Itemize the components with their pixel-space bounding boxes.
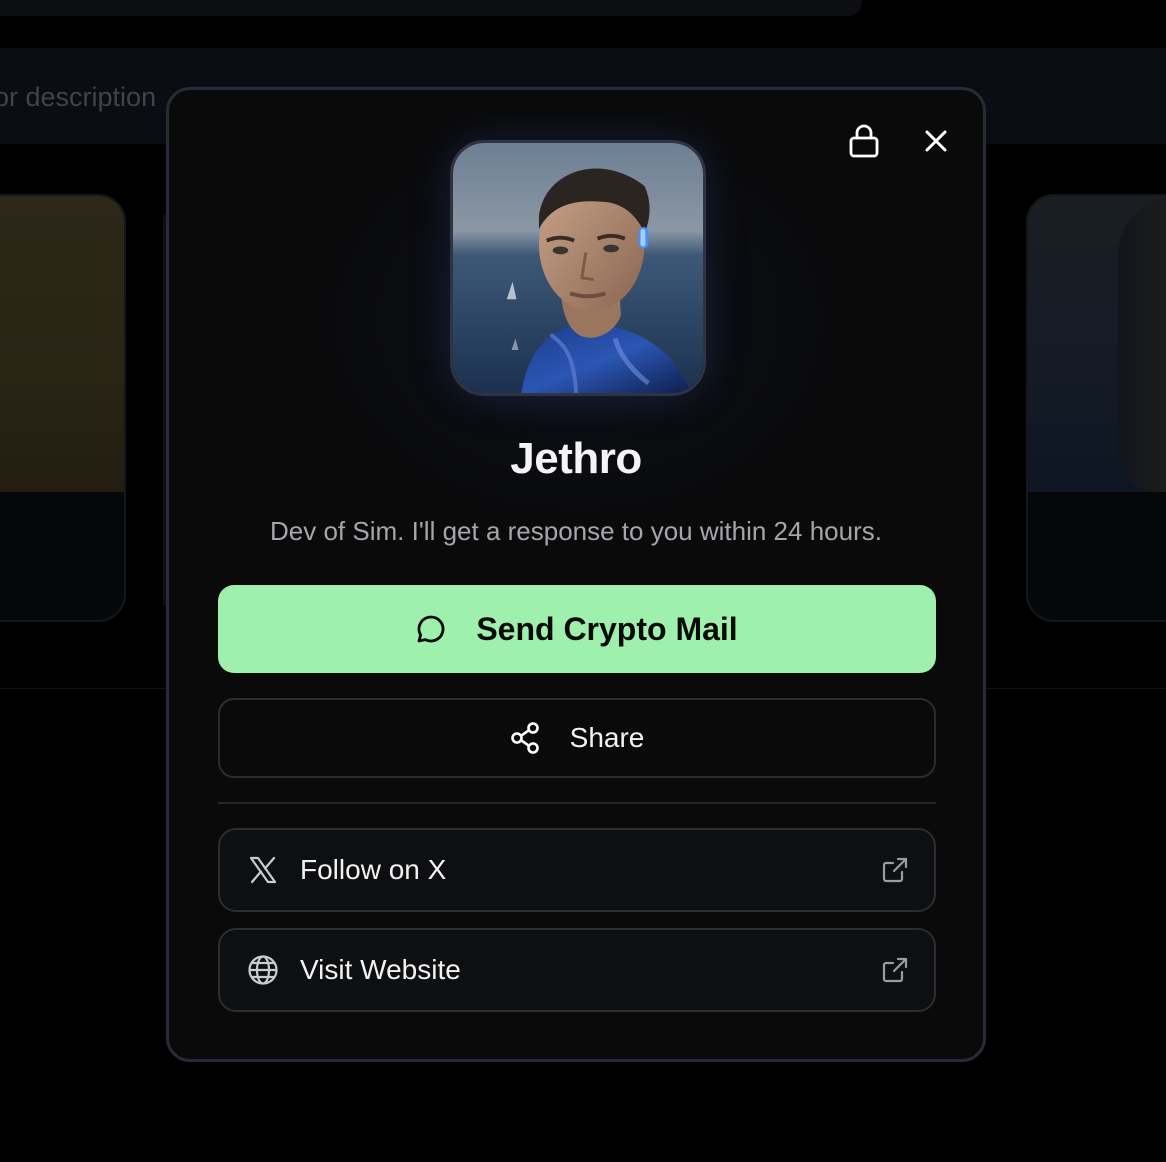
profile-bio: Dev of Sim. I'll get a response to you w… bbox=[270, 516, 882, 546]
background-card-photo bbox=[1028, 196, 1166, 492]
avatar bbox=[450, 140, 706, 396]
share-label: Share bbox=[569, 722, 645, 753]
background-top-bar bbox=[0, 0, 862, 16]
visit-website-link[interactable]: Visit Website bbox=[218, 928, 936, 1012]
globe-icon bbox=[246, 953, 280, 987]
app-screen: or description Jethro Dev of Sim. I'll g… bbox=[0, 0, 1166, 1162]
external-link-icon bbox=[880, 855, 910, 885]
section-divider bbox=[218, 802, 936, 804]
close-icon bbox=[925, 130, 947, 152]
send-crypto-mail-button[interactable]: Send Crypto Mail bbox=[218, 585, 936, 673]
profile-name: Jethro bbox=[510, 434, 642, 483]
background-profile-card bbox=[1026, 194, 1166, 622]
send-crypto-mail-label: Send Crypto Mail bbox=[476, 610, 738, 647]
x-logo-icon bbox=[246, 853, 280, 887]
background-search-placeholder: or description bbox=[0, 82, 157, 112]
profile-modal: Jethro Dev of Sim. I'll get a response t… bbox=[166, 87, 986, 1062]
chat-bubble-icon bbox=[417, 615, 445, 643]
background-card-photo bbox=[0, 196, 124, 492]
close-button[interactable] bbox=[912, 117, 960, 165]
share-button[interactable]: Share bbox=[218, 698, 936, 778]
visit-website-label: Visit Website bbox=[300, 954, 461, 985]
follow-on-x-link[interactable]: Follow on X bbox=[218, 828, 936, 912]
lock-icon bbox=[849, 124, 879, 158]
background-profile-card bbox=[0, 194, 126, 622]
lock-button[interactable] bbox=[840, 117, 888, 165]
follow-on-x-label: Follow on X bbox=[300, 854, 447, 885]
external-link-icon bbox=[880, 955, 910, 985]
share-icon bbox=[510, 722, 539, 754]
